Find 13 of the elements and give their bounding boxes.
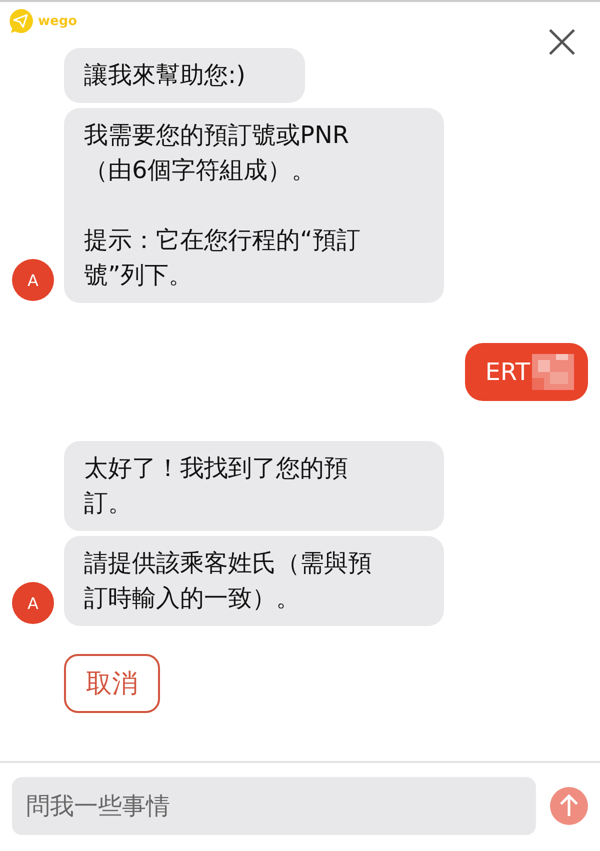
logo-text: wego: [38, 14, 78, 28]
close-icon[interactable]: [548, 28, 576, 56]
logo-icon: [8, 8, 34, 34]
bot-avatar: A: [12, 582, 54, 624]
bot-avatar: A: [12, 259, 54, 301]
cancel-button[interactable]: 取消: [64, 654, 160, 713]
bot-message: 讓我來幫助您:): [84, 60, 246, 91]
bot-message: 太好了！我找到了您的預訂。: [84, 453, 349, 519]
message-input[interactable]: 問我一些事情: [12, 777, 536, 835]
bot-message: 提示：它在您行程的“預訂號”列下。: [84, 225, 362, 291]
bot-message: 我需要您的預訂號或PNR（由6個字符組成）。: [84, 120, 350, 186]
user-message: ERT: [465, 343, 588, 401]
bot-message: 請提供該乘客姓氏（需與預訂時輸入的一致）。: [84, 548, 373, 614]
